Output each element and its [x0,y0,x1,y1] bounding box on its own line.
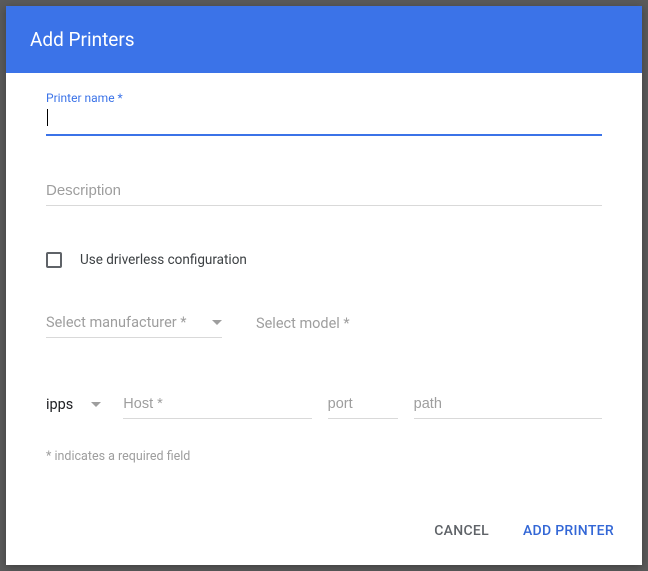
dialog-title: Add Printers [30,28,135,51]
dialog-content: Printer name * Use driverless configurat… [6,73,642,503]
protocol-value: ipps [46,396,73,413]
printer-name-label: Printer name * [46,91,602,105]
model-select[interactable]: Select model * [256,314,350,338]
chevron-down-icon [212,320,222,325]
manufacturer-select[interactable]: Select manufacturer * [46,314,222,338]
add-printers-dialog: Add Printers Printer name * Use driverle… [6,6,642,565]
driverless-row: Use driverless configuration [46,252,602,268]
chevron-down-icon [91,402,101,407]
dialog-actions: CANCEL ADD PRINTER [6,503,642,565]
cancel-button[interactable]: CANCEL [430,517,493,545]
manufacturer-placeholder: Select manufacturer * [46,314,202,331]
driverless-label: Use driverless configuration [80,252,247,268]
port-input[interactable] [328,396,398,419]
driverless-checkbox[interactable] [46,252,62,268]
printer-name-group: Printer name * [46,91,602,136]
model-placeholder: Select model * [256,315,350,332]
description-group [46,174,602,206]
required-note: * indicates a required field [46,449,602,464]
dialog-header: Add Printers [6,6,642,73]
host-input[interactable] [123,396,311,419]
printer-name-input[interactable] [46,107,602,136]
model-select-row: Select manufacturer * Select model * [46,314,602,338]
text-cursor [47,109,48,126]
protocol-row: ipps [46,396,602,419]
protocol-select[interactable]: ipps [46,396,101,419]
path-input[interactable] [414,396,602,419]
add-printer-button[interactable]: ADD PRINTER [519,517,618,545]
description-input[interactable] [46,174,602,206]
